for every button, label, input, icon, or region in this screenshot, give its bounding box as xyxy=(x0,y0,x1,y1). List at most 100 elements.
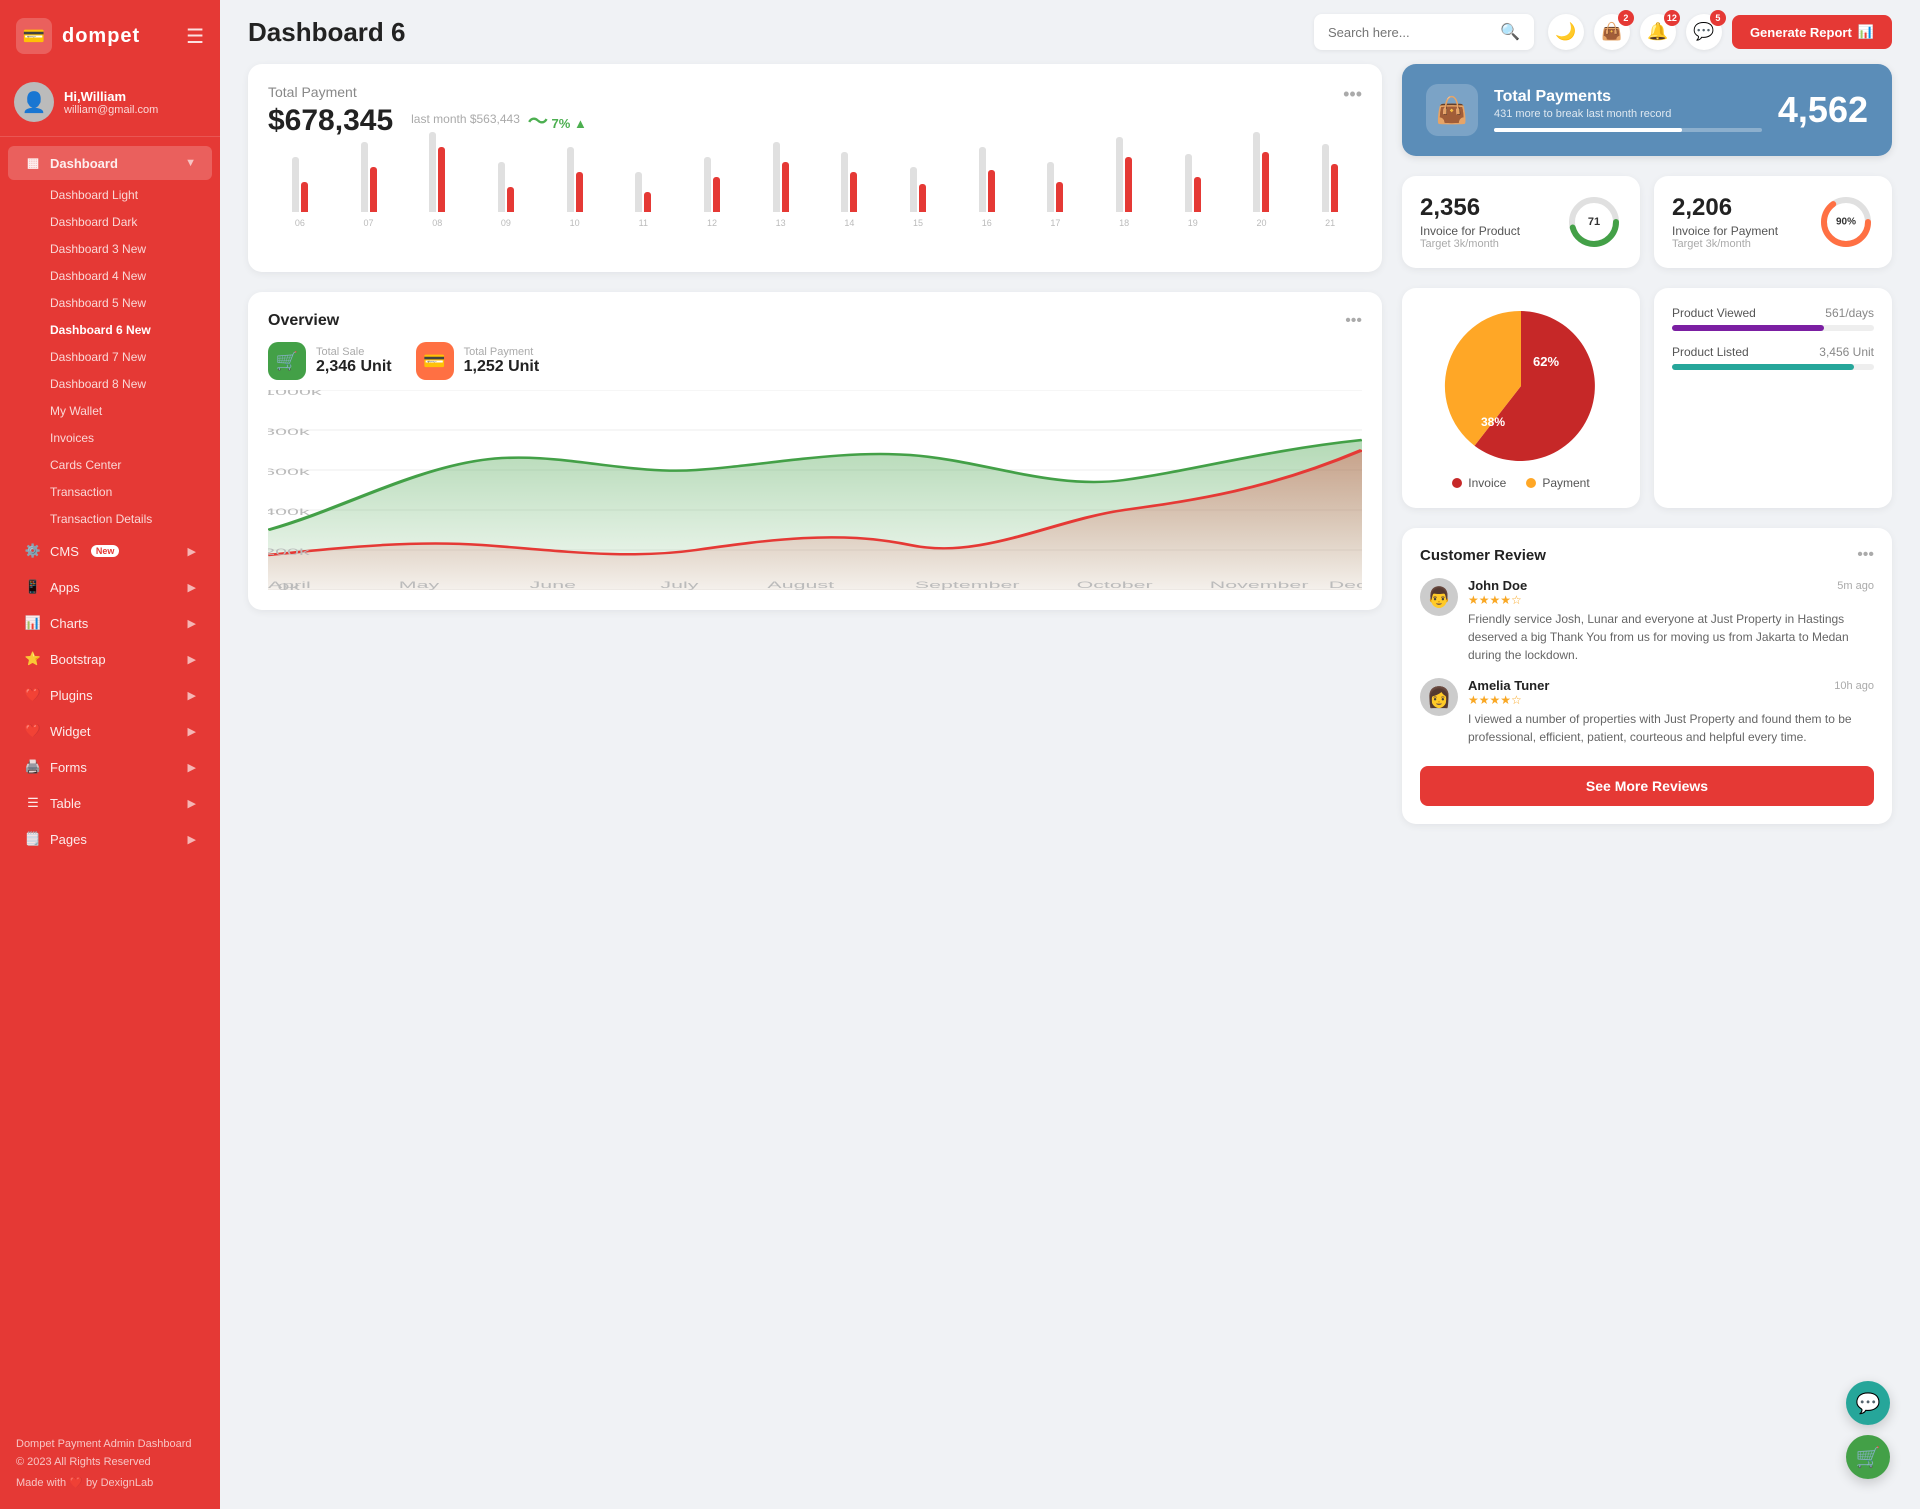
pie-chart-card: 62% 38% Invoice Payment xyxy=(1402,288,1640,508)
review-time-amelia: 10h ago xyxy=(1834,680,1874,692)
total-payment-label: Total Payment xyxy=(268,84,587,100)
svg-text:0k: 0k xyxy=(278,582,302,590)
product-viewed-bar xyxy=(1672,325,1824,331)
bar-group: 11 xyxy=(611,132,675,228)
chevron-right-icon: ▶ xyxy=(188,761,196,774)
search-input[interactable] xyxy=(1328,25,1492,40)
wallet-icon: 👜 xyxy=(1601,22,1622,42)
svg-text:May: May xyxy=(399,580,440,590)
bar-gray xyxy=(1185,154,1192,212)
invoice-product-target: Target 3k/month xyxy=(1420,238,1552,250)
bar-group: 17 xyxy=(1024,132,1088,228)
bar-label: 20 xyxy=(1256,218,1266,228)
invoice-product-label: Invoice for Product xyxy=(1420,224,1552,238)
overview-menu-dots[interactable]: ••• xyxy=(1345,312,1362,330)
invoice-payment-donut: 90% xyxy=(1818,194,1874,250)
see-more-reviews-button[interactable]: See More Reviews xyxy=(1420,766,1874,806)
apps-icon: 📱 xyxy=(24,579,42,595)
sidebar-item-dashboard-7[interactable]: Dashboard 7 New xyxy=(8,344,212,370)
moon-button[interactable]: 🌙 xyxy=(1548,14,1584,50)
sidebar-item-cms[interactable]: ⚙️ CMS New ▶ xyxy=(8,534,212,568)
card-menu-dots[interactable]: ••• xyxy=(1343,84,1362,105)
bar-label: 21 xyxy=(1325,218,1335,228)
bar-gray xyxy=(635,172,642,212)
sidebar-logo-icon: 💳 xyxy=(16,18,52,54)
review-stars-amelia: ★★★★☆ xyxy=(1468,693,1874,707)
sidebar-header: 💳 dompet ☰ xyxy=(0,0,220,72)
blue-card-number: 4,562 xyxy=(1778,89,1868,131)
sidebar-item-dashboard[interactable]: ▦ Dashboard ▼ xyxy=(8,146,212,180)
bar-group: 15 xyxy=(886,132,950,228)
review-title: Customer Review xyxy=(1420,547,1546,564)
sidebar-item-dashboard-6[interactable]: Dashboard 6 New xyxy=(8,317,212,343)
left-column: Total Payment $678,345 last month $563,4… xyxy=(248,64,1382,824)
dashboard-submenu: Dashboard Light Dashboard Dark Dashboard… xyxy=(0,181,220,533)
overview-card: Overview ••• 🛒 Total Sale 2,346 Unit 💳 xyxy=(248,292,1382,610)
bar-gray xyxy=(910,167,917,212)
sidebar-item-dashboard-light[interactable]: Dashboard Light xyxy=(8,182,212,208)
floating-chat-button[interactable]: 💬 xyxy=(1846,1381,1890,1425)
sidebar-item-dashboard-5[interactable]: Dashboard 5 New xyxy=(8,290,212,316)
svg-text:November: November xyxy=(1210,580,1309,590)
sidebar-item-widget[interactable]: ❤️ Widget ▶ xyxy=(8,714,212,748)
bell-button[interactable]: 🔔 12 xyxy=(1640,14,1676,50)
product-stats-card: Product Viewed 561/days Product Listed 3… xyxy=(1654,288,1892,508)
blue-card-icon: 👜 xyxy=(1426,84,1478,136)
sidebar-item-my-wallet[interactable]: My Wallet xyxy=(8,398,212,424)
review-stars-john: ★★★★☆ xyxy=(1468,593,1874,607)
product-listed-bar-wrap xyxy=(1672,364,1874,370)
overview-stats: 🛒 Total Sale 2,346 Unit 💳 Total Payment … xyxy=(268,342,1362,380)
bar-label: 11 xyxy=(639,218,648,228)
sidebar-item-charts[interactable]: 📊 Charts ▶ xyxy=(8,606,212,640)
bar-group: 14 xyxy=(818,132,882,228)
bar-group: 12 xyxy=(680,132,744,228)
hamburger-button[interactable]: ☰ xyxy=(186,24,204,49)
product-listed-bar xyxy=(1672,364,1854,370)
review-text-amelia: I viewed a number of properties with Jus… xyxy=(1468,710,1874,746)
svg-text:62%: 62% xyxy=(1533,354,1559,369)
sidebar-item-dashboard-dark[interactable]: Dashboard Dark xyxy=(8,209,212,235)
wallet-button[interactable]: 👜 2 xyxy=(1594,14,1630,50)
bar-label: 17 xyxy=(1050,218,1060,228)
svg-text:38%: 38% xyxy=(1481,415,1505,429)
svg-text:1000k: 1000k xyxy=(268,390,323,397)
sidebar-item-dashboard-8[interactable]: Dashboard 8 New xyxy=(8,371,212,397)
sidebar-item-forms[interactable]: 🖨️ Forms ▶ xyxy=(8,750,212,784)
sidebar-item-dashboard-4[interactable]: Dashboard 4 New xyxy=(8,263,212,289)
chat-button[interactable]: 💬 5 xyxy=(1686,14,1722,50)
review-name-amelia: Amelia Tuner xyxy=(1468,678,1549,693)
sidebar-item-apps[interactable]: 📱 Apps ▶ xyxy=(8,570,212,604)
product-listed-value: 3,456 Unit xyxy=(1819,345,1874,359)
svg-text:June: June xyxy=(530,580,576,590)
review-time-john: 5m ago xyxy=(1837,580,1874,592)
payment-legend-dot xyxy=(1526,478,1536,488)
trend-sparkline: 〜 xyxy=(528,111,548,133)
sidebar-item-pages[interactable]: 🗒️ Pages ▶ xyxy=(8,822,212,856)
sidebar-item-plugins[interactable]: ❤️ Plugins ▶ xyxy=(8,678,212,712)
sidebar-item-invoices[interactable]: Invoices xyxy=(8,425,212,451)
invoice-product-info: 2,356 Invoice for Product Target 3k/mont… xyxy=(1420,194,1552,250)
sidebar-item-transaction[interactable]: Transaction xyxy=(8,479,212,505)
sidebar-item-cards-center[interactable]: Cards Center xyxy=(8,452,212,478)
bar-red xyxy=(438,147,445,212)
moon-icon: 🌙 xyxy=(1555,22,1576,42)
widget-icon: ❤️ xyxy=(24,723,42,739)
sidebar-item-dashboard-3[interactable]: Dashboard 3 New xyxy=(8,236,212,262)
review-menu-dots[interactable]: ••• xyxy=(1857,546,1874,564)
sidebar-item-bootstrap[interactable]: ⭐ Bootstrap ▶ xyxy=(8,642,212,676)
generate-report-button[interactable]: Generate Report 📊 xyxy=(1732,15,1892,49)
bar-label: 08 xyxy=(432,218,442,228)
chevron-right-icon: ▶ xyxy=(188,725,196,738)
product-listed-stat: Product Listed 3,456 Unit xyxy=(1672,345,1874,370)
sidebar-footer: Dompet Payment Admin Dashboard © 2023 Al… xyxy=(0,1422,220,1493)
pie-legend-payment: Payment xyxy=(1526,476,1589,490)
sidebar-item-table[interactable]: ☰ Table ▶ xyxy=(8,786,212,820)
floating-cart-button[interactable]: 🛒 xyxy=(1846,1435,1890,1479)
sidebar-item-transaction-details[interactable]: Transaction Details xyxy=(8,506,212,532)
bell-badge: 12 xyxy=(1664,10,1680,26)
bar-red xyxy=(782,162,789,212)
product-viewed-stat: Product Viewed 561/days xyxy=(1672,306,1874,331)
wallet-badge: 2 xyxy=(1618,10,1634,26)
product-viewed-bar-wrap xyxy=(1672,325,1874,331)
search-box[interactable]: 🔍 xyxy=(1314,14,1534,50)
